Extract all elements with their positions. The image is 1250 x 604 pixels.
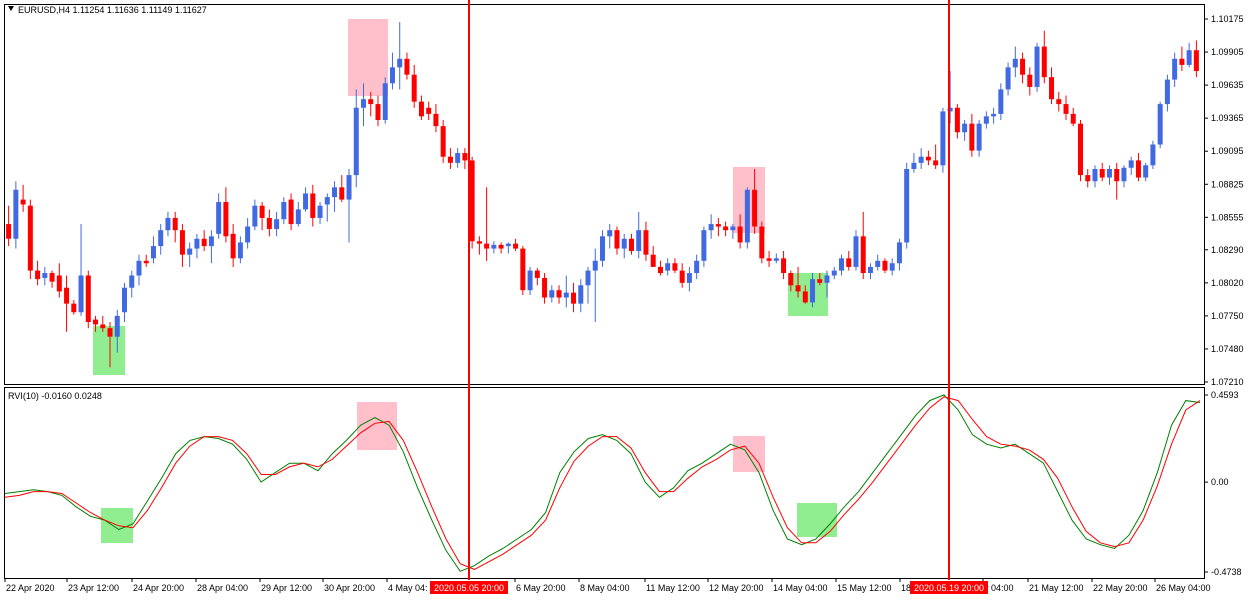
chart-background (0, 0, 1250, 604)
rvi-scale-label: 0.4593 (1211, 390, 1239, 400)
rvi-scale-label: 0.00 (1211, 477, 1229, 487)
time-label: 15 May 12:00 (837, 583, 892, 593)
candle (27, 199, 33, 280)
time-label: 14 May 04:00 (773, 583, 828, 593)
time-label: 4 May 04: (388, 583, 428, 593)
time-highlight-2: 2020.05.19 20:00 (914, 583, 984, 593)
time-label: 22 Apr 2020 (6, 583, 55, 593)
price-label: 1.07750 (1211, 311, 1244, 321)
highlight-box-5 (357, 402, 397, 450)
time-highlight-1: 2020.05.05 20:00 (434, 583, 504, 593)
highlight-box-8 (797, 503, 837, 537)
price-label: 1.07480 (1211, 344, 1244, 354)
time-label: 30 Apr 20:00 (324, 583, 375, 593)
price-label: 1.09635 (1211, 80, 1244, 90)
highlight-box-1 (348, 19, 388, 96)
price-label: 1.08555 (1211, 212, 1244, 222)
price-label: 1.10175 (1211, 14, 1244, 24)
candle (940, 107, 946, 173)
time-label: 22 May 20:00 (1093, 583, 1148, 593)
candle (759, 221, 765, 264)
time-label: 28 Apr 04:00 (197, 583, 248, 593)
candle (469, 156, 475, 249)
candle (13, 181, 19, 249)
rvi-scale-label: -0.4738 (1211, 567, 1242, 577)
candle (1157, 101, 1163, 149)
price-label: 1.09905 (1211, 47, 1244, 57)
candle (1078, 120, 1083, 182)
time-label: 12 May 20:00 (709, 583, 764, 593)
time-label: 26 May 04:00 (1156, 583, 1211, 593)
candle (744, 187, 750, 249)
time-label: 8 May 04:00 (580, 583, 630, 593)
symbol-header: EURUSD,H4 1.11254 1.11636 1.11149 1.1162… (18, 5, 207, 15)
price-label: 1.08825 (1211, 179, 1244, 189)
price-label: 1.09365 (1211, 113, 1244, 123)
candle (520, 246, 526, 296)
time-label: 6 May 20:00 (516, 583, 566, 593)
candle (440, 120, 446, 163)
price-label: 1.07210 (1211, 377, 1244, 387)
time-label: y 04:00 (984, 583, 1014, 593)
candle (382, 77, 388, 124)
time-label: 24 Apr 20:00 (133, 583, 184, 593)
trading-chart[interactable]: EURUSD,H4 1.11254 1.11636 1.11149 1.1162… (0, 0, 1250, 604)
time-label: 29 Apr 12:00 (261, 583, 312, 593)
time-label: 11 May 12:00 (646, 583, 700, 593)
price-label: 1.08290 (1211, 245, 1244, 255)
candle (1150, 140, 1156, 169)
time-label: 21 May 12:00 (1029, 583, 1084, 593)
price-label: 1.09095 (1211, 146, 1244, 156)
candle (1034, 42, 1040, 92)
time-label: 18 (901, 583, 911, 593)
time-label: 23 Apr 12:00 (68, 583, 119, 593)
rvi-header: RVI(10) -0.0160 0.0248 (8, 391, 102, 401)
candle (85, 270, 91, 329)
candle (904, 162, 910, 249)
price-label: 1.08020 (1211, 278, 1244, 288)
